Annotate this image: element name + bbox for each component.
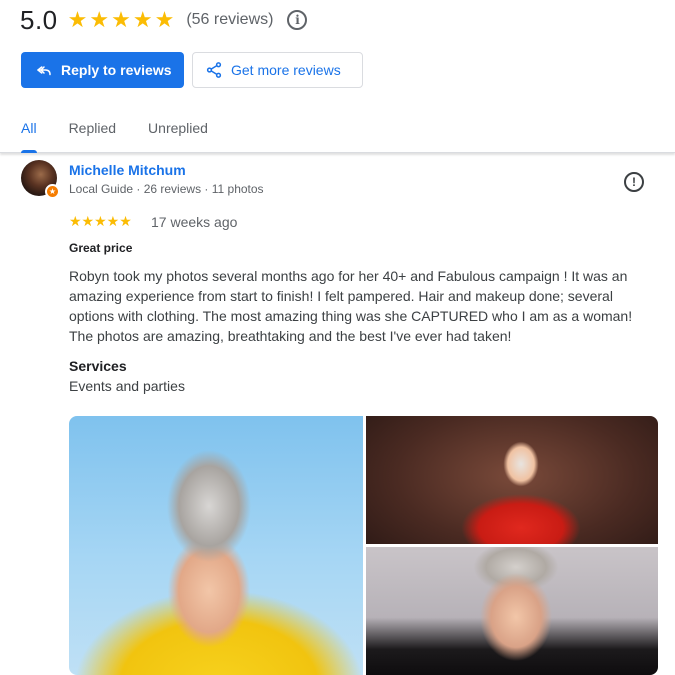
tab-unreplied[interactable]: Unreplied — [132, 108, 224, 152]
reply-icon — [37, 66, 51, 76]
tab-replied[interactable]: Replied — [53, 108, 132, 152]
star-icon: ★ — [89, 7, 110, 32]
review-body: Robyn took my photos several months ago … — [69, 268, 633, 344]
review-time: 17 weeks ago — [151, 214, 238, 230]
review-photo[interactable] — [69, 416, 363, 675]
reply-to-reviews-button[interactable]: Reply to reviews — [21, 52, 184, 88]
share-icon — [206, 62, 222, 78]
local-guide-badge-icon: ★ — [45, 184, 60, 199]
review-photo[interactable] — [366, 547, 658, 675]
reviewer-name[interactable]: Michelle Mitchum — [69, 162, 186, 178]
rating-summary: 5.0 ★ ★ ★ ★ ★ (56 reviews) i — [20, 4, 308, 36]
reply-to-reviews-label: Reply to reviews — [61, 62, 172, 78]
get-more-reviews-label: Get more reviews — [231, 62, 341, 78]
services-label: Services — [69, 358, 127, 374]
rating-stars: ★ ★ ★ ★ ★ — [68, 9, 175, 31]
services-value: Events and parties — [69, 378, 185, 394]
info-icon[interactable]: i — [287, 10, 308, 30]
star-icon: ★ — [111, 7, 131, 32]
star-icon: ★ — [67, 7, 88, 32]
review-filter-tabs: All Replied Unreplied — [0, 108, 675, 153]
review-photos — [69, 416, 658, 675]
reviewer-avatar[interactable]: ★ — [21, 160, 60, 199]
review-photo[interactable] — [366, 416, 658, 544]
report-icon[interactable]: ! — [624, 172, 644, 192]
review-rating-stars: ★★★★★ — [69, 213, 132, 229]
review-count: (56 reviews) — [186, 11, 274, 28]
review-stars-text: ★★★★★ — [69, 213, 132, 229]
tab-all[interactable]: All — [0, 108, 53, 153]
star-icon: ★ — [132, 7, 153, 32]
get-more-reviews-button[interactable]: Get more reviews — [192, 52, 363, 88]
reviewer-meta: Local Guide · 26 reviews · 11 photos — [69, 182, 264, 196]
star-icon: ★ — [154, 7, 175, 32]
average-rating: 5.0 — [20, 4, 58, 35]
review-title: Great price — [69, 241, 133, 255]
